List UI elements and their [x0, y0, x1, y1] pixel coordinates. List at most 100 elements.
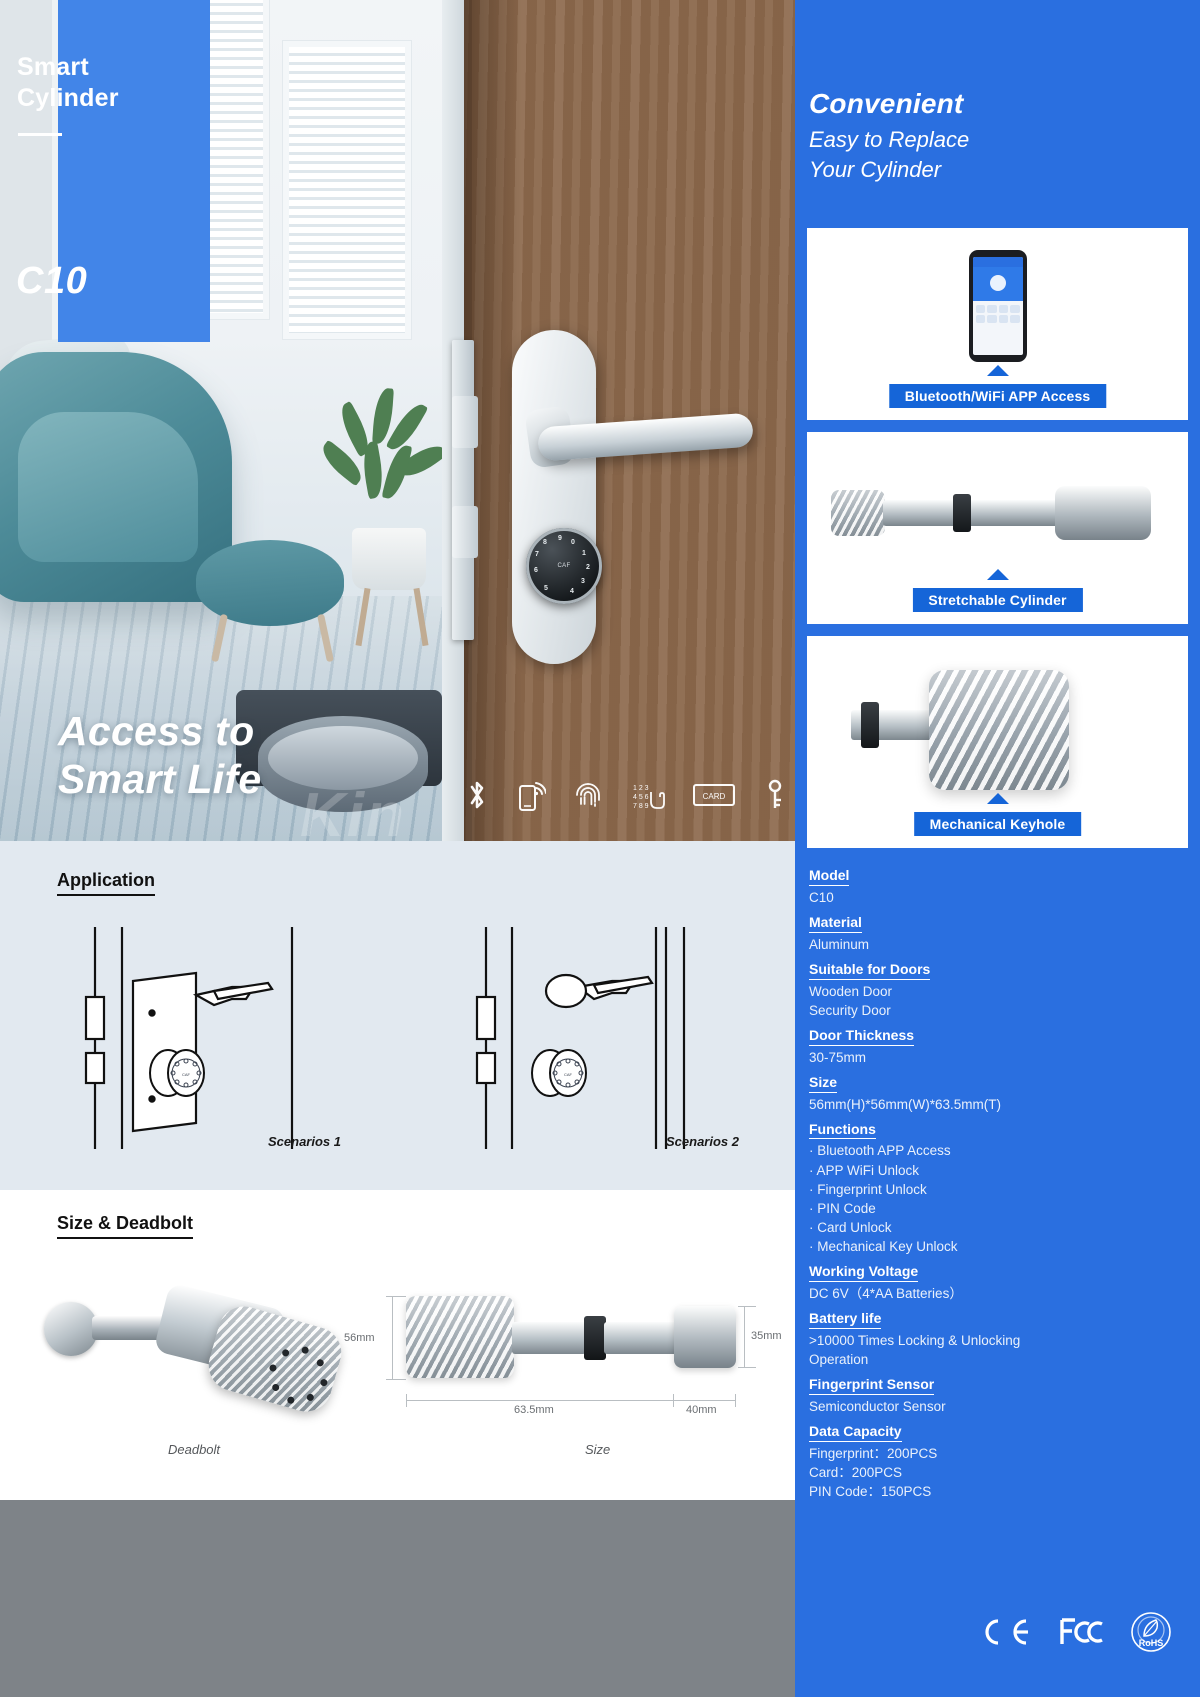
- keypad-digit: 9: [558, 535, 562, 542]
- bluetooth-icon: [466, 778, 488, 812]
- lock-escutcheon: [512, 330, 596, 664]
- phone-app-header: [972, 267, 1023, 301]
- cylinder-cam: [584, 1316, 606, 1360]
- keypad-digit: 6: [534, 567, 538, 574]
- application-title-wrap: Application: [57, 869, 155, 896]
- armchair-seat: [18, 412, 198, 562]
- caption-arrow: [986, 793, 1009, 804]
- armchair: [0, 352, 232, 602]
- spec-row: Suitable for Doors Wooden Door Security D…: [809, 954, 1189, 1020]
- left-column: 9 0 1 2 3 8 4 7 6 5 CAF 1 2 3 4 5 6 7 8 …: [0, 0, 795, 1697]
- dim-horiz-line-cap: [674, 1400, 736, 1401]
- cylinder-end-cap: [674, 1306, 736, 1368]
- phone-app-grid: [973, 301, 1023, 327]
- svg-text:CAF: CAF: [182, 1072, 191, 1077]
- svg-text:CARD: CARD: [703, 792, 726, 801]
- spec-row: Data Capacity Fingerprint：200PCS Card：200…: [809, 1416, 1189, 1501]
- spec-value: Wooden Door Security Door: [809, 983, 893, 1018]
- hero-divider: [18, 133, 62, 136]
- spec-row: Model C10: [809, 866, 1189, 907]
- card-caption: Bluetooth/WiFi APP Access: [888, 384, 1107, 408]
- application-title: Application: [57, 869, 155, 896]
- right-header: Convenient Easy to Replace Your Cylinder: [809, 86, 1189, 185]
- cylinder-shaft: [512, 1322, 586, 1354]
- spec-label: Size: [809, 1073, 838, 1093]
- application-section: Application CAF Scenarios 1 CAF Scenario…: [0, 841, 795, 1190]
- keypad-digit: 2: [586, 564, 590, 571]
- svg-text:CAF: CAF: [564, 1072, 573, 1077]
- deadbolt-stem: [92, 1316, 166, 1340]
- hero-banner: 9 0 1 2 3 8 4 7 6 5 CAF 1 2 3 4 5 6 7 8 …: [0, 0, 795, 841]
- spec-label: Door Thickness: [809, 1026, 915, 1046]
- cylinder-shaft-rear: [604, 1322, 680, 1354]
- svg-text:4 5 6: 4 5 6: [633, 794, 649, 801]
- spec-label: Fingerprint Sensor: [809, 1375, 935, 1396]
- spec-value: Fingerprint：200PCS Card：200PCS PIN Code：…: [809, 1446, 938, 1500]
- smartphone-app-icon: [968, 250, 1027, 362]
- spec-row: Door Thickness 30-75mm: [809, 1020, 1189, 1067]
- certification-row: RoHS: [795, 1604, 1200, 1664]
- caption-arrow: [986, 365, 1009, 376]
- dim-tick: [386, 1296, 406, 1297]
- spec-row: Material Aluminum: [809, 907, 1189, 954]
- dim-tick: [738, 1367, 756, 1368]
- size-diagram: 56mm 35mm 63.5mm 40mm: [344, 1270, 782, 1440]
- dim-cap-length-label: 40mm: [686, 1404, 717, 1416]
- feature-card-keyhole: Mechanical Keyhole: [807, 636, 1188, 848]
- cylinder-icon: [827, 476, 1171, 550]
- spec-label: Functions: [809, 1120, 876, 1140]
- size-deadbolt-section: Size & Deadbolt Deadbolt 56mm 35mm 63.5m…: [0, 1190, 795, 1500]
- phone-lock-icon: [989, 275, 1006, 291]
- spec-value: >10000 Times Locking & Unlocking Operati…: [809, 1333, 1021, 1368]
- keypad-digit: 5: [544, 585, 548, 592]
- dim-tick: [735, 1394, 736, 1407]
- dim-right-height-label: 35mm: [751, 1330, 782, 1342]
- footer-grey-bar: [0, 1500, 795, 1697]
- spec-row: Functions · Bluetooth APP Access · APP Wi…: [809, 1114, 1189, 1257]
- keypad-dial: 9 0 1 2 3 8 4 7 6 5 CAF: [526, 528, 602, 604]
- spec-value: 30-75mm: [809, 1049, 867, 1065]
- spec-row: Size 56mm(H)*56mm(W)*63.5mm(T): [809, 1067, 1189, 1114]
- keyhole-knob-icon: [929, 670, 1069, 790]
- spec-list: Model C10 Material Aluminum Suitable for D…: [809, 866, 1189, 1501]
- keypad-digit: 8: [543, 539, 547, 546]
- rohs-mark-icon: RoHS: [1130, 1611, 1172, 1658]
- spec-value: Semiconductor Sensor: [809, 1399, 946, 1415]
- keypad-digit: 3: [581, 578, 585, 585]
- deadbolt-throw: [452, 506, 478, 558]
- cylinder-knurled-end: [831, 490, 885, 536]
- feature-card-app: Bluetooth/WiFi APP Access: [807, 228, 1188, 420]
- dim-vert-line-right: [744, 1306, 745, 1368]
- product-spec-page: 9 0 1 2 3 8 4 7 6 5 CAF 1 2 3 4 5 6 7 8 …: [0, 0, 1200, 1697]
- deadbolt-thumbturn: [44, 1302, 98, 1356]
- feature-icon-row: 1 2 3 4 5 6 7 8 9 CARD: [466, 772, 786, 818]
- dim-tick: [406, 1394, 407, 1407]
- cylinder-barrel: [883, 500, 1059, 526]
- ce-mark-icon: [978, 1616, 1032, 1653]
- spec-label: Battery life: [809, 1309, 882, 1330]
- dim-tick: [738, 1306, 756, 1307]
- ottoman: [196, 540, 344, 626]
- svg-text:7 8 9: 7 8 9: [633, 803, 649, 810]
- size-section-title: Size & Deadbolt: [57, 1212, 194, 1239]
- deadbolt-throw: [452, 396, 478, 448]
- keypad-digit: 0: [571, 539, 575, 546]
- cylinder-thumbturn: [1055, 486, 1151, 540]
- size-title-wrap: Size & Deadbolt: [57, 1212, 194, 1239]
- phone-screen: [972, 257, 1023, 355]
- card-icon: CARD: [692, 780, 736, 810]
- dim-length-label: 63.5mm: [514, 1404, 554, 1416]
- spec-label: Suitable for Doors: [809, 960, 931, 980]
- deadbolt-product-image: [36, 1276, 366, 1426]
- scenario-label: Scenarios 2: [666, 1134, 739, 1149]
- feature-card-cylinder: Stretchable Cylinder: [807, 432, 1188, 624]
- scenario-label: Scenarios 1: [268, 1134, 341, 1149]
- dim-vert-line: [392, 1296, 393, 1380]
- potted-plant: [316, 386, 442, 536]
- strike-plate: [452, 340, 474, 640]
- dim-horiz-line: [406, 1400, 674, 1401]
- scenario-2: CAF Scenarios 2: [398, 913, 795, 1163]
- keypad-icon: 1 2 3 4 5 6 7 8 9: [631, 778, 665, 812]
- keypad-digit: 7: [535, 551, 539, 558]
- card-caption: Stretchable Cylinder: [912, 588, 1083, 612]
